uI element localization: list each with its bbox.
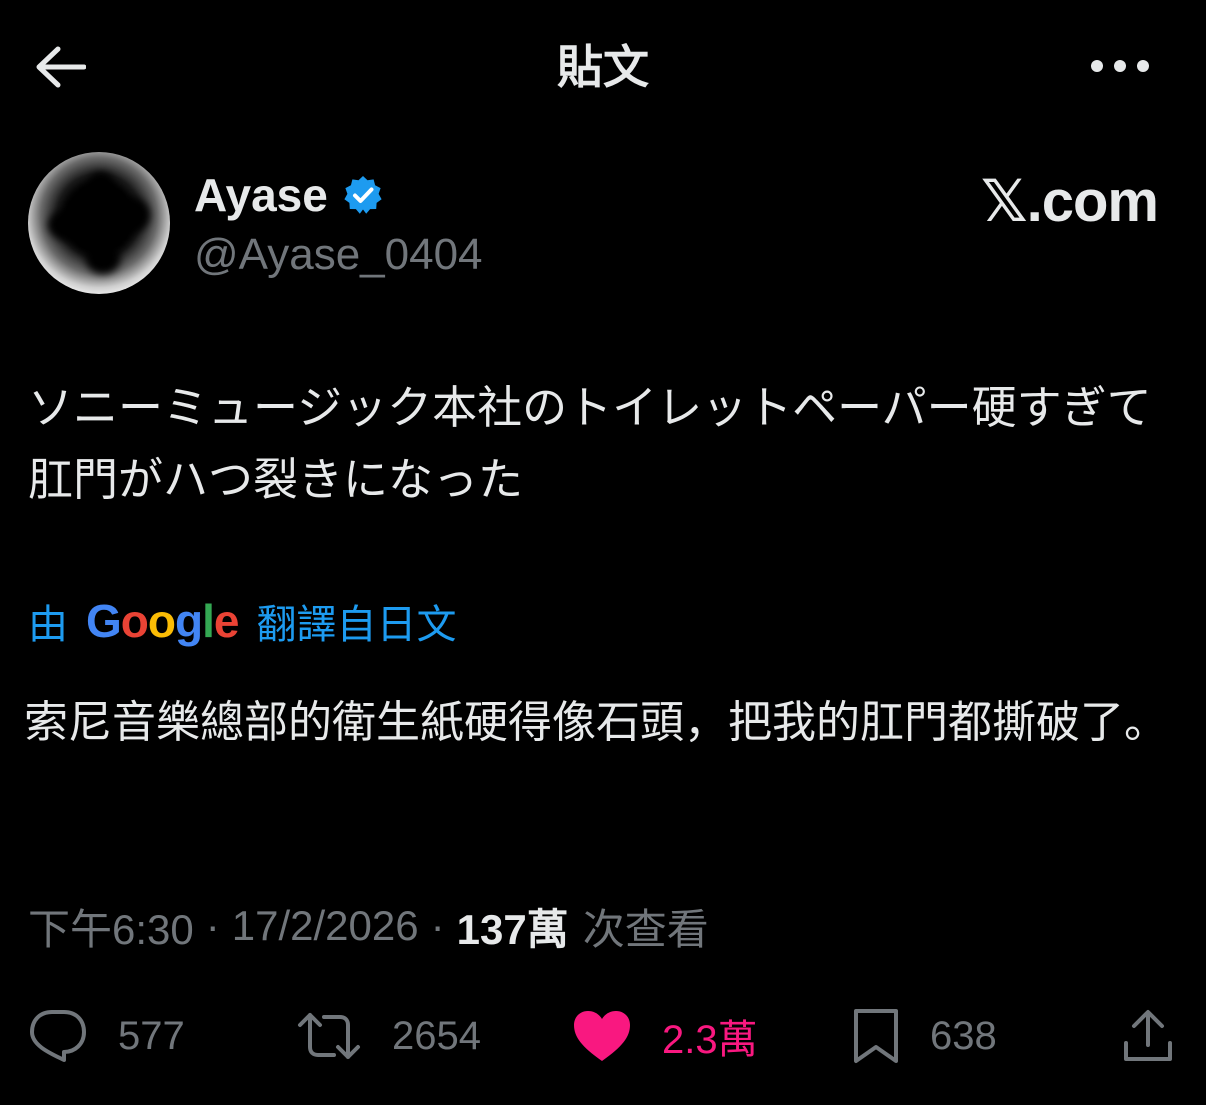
share-button[interactable] [1120, 994, 1176, 1078]
display-name[interactable]: Ayase [194, 168, 328, 222]
author-header: Ayase @Ayase_0404 𝕏.com [28, 152, 1178, 302]
repost-icon [298, 1013, 360, 1059]
tweet-date[interactable]: 17/2/2026 [232, 902, 419, 950]
google-logo: Google [86, 595, 239, 647]
repost-count: 2654 [392, 1013, 481, 1058]
views-count[interactable]: 137萬 [457, 896, 569, 957]
reply-button[interactable]: 577 [28, 994, 185, 1078]
action-bar: 577 2654 2.3萬 638 [0, 994, 1206, 1078]
reply-count: 577 [118, 1013, 185, 1058]
tweet-time[interactable]: 下午6:30 [28, 896, 194, 957]
tweet-meta: 下午6:30 · 17/2/2026 · 137萬 次查看 [28, 896, 709, 956]
verified-badge-icon [344, 176, 382, 214]
like-button[interactable]: 2.3萬 [572, 994, 758, 1078]
bookmark-icon [854, 1009, 898, 1063]
reply-icon [30, 1010, 86, 1062]
bookmark-button[interactable]: 638 [852, 994, 997, 1078]
heart-filled-icon [574, 1011, 630, 1061]
translation-suffix: 翻譯自日文 [256, 603, 457, 647]
tweet-text: ソニーミュージック本社のトイレットペーパー硬すぎて肛門がハつ裂きになった [28, 382, 1152, 505]
views-label: 次查看 [582, 905, 709, 953]
more-options-button[interactable] [1082, 44, 1158, 88]
avatar[interactable] [28, 152, 170, 294]
page-title: 貼文 [557, 41, 649, 93]
bookmark-count: 638 [930, 1013, 997, 1058]
top-bar: 貼文 [0, 0, 1206, 134]
like-count: 2.3萬 [662, 1018, 758, 1062]
translation-prefix: 由 [28, 603, 68, 647]
separator-dot: · [205, 902, 220, 949]
separator-dot: · [430, 902, 445, 949]
user-handle[interactable]: @Ayase_0404 [194, 228, 483, 282]
translated-text: 索尼音樂總部的衛生紙硬得像石頭，把我的肛門都撕破了。 [24, 698, 1168, 747]
translation-label[interactable]: 由 Google 翻譯自日文 [28, 592, 456, 650]
x-com-watermark: 𝕏.com [980, 169, 1159, 234]
share-icon [1124, 1010, 1172, 1061]
repost-button[interactable]: 2654 [296, 994, 481, 1078]
more-horizontal-icon [1091, 60, 1149, 72]
